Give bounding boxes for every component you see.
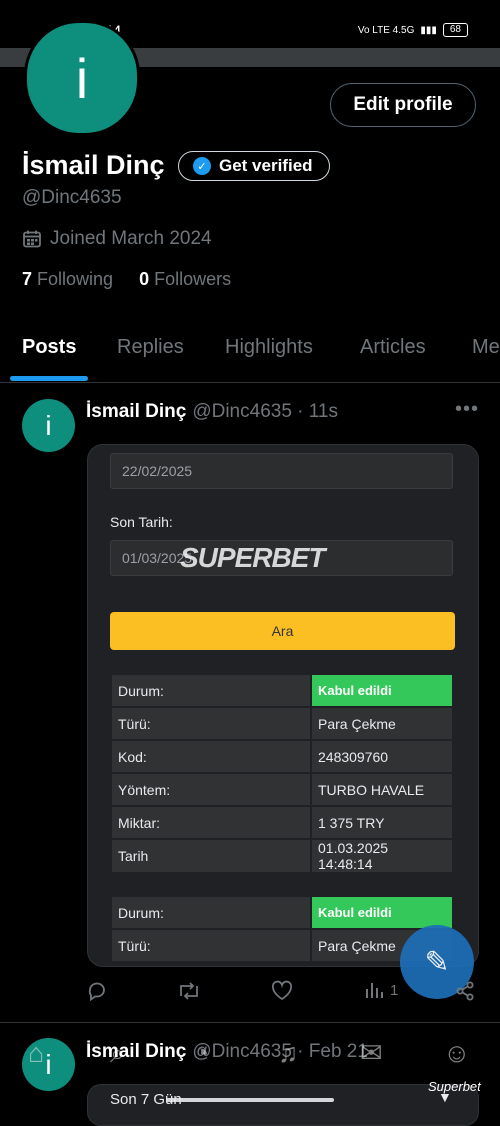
system-home-bar[interactable] [166,1098,334,1102]
calendar-icon [23,230,41,248]
profile-avatar[interactable]: i [24,20,140,136]
status-badge: Kabul edildi [312,675,452,706]
watermark: Superbet [428,1079,481,1094]
post-author[interactable]: İsmail Dinç [86,401,186,423]
profile-tabs: Posts Replies Highlights Articles Me [0,326,500,383]
profile-name: İsmail Dinç [22,150,165,180]
tab-replies[interactable]: Replies [117,336,184,359]
superbet-logo: SUPERBET [180,542,325,573]
post-handle-time: @Dinc4635 · 11s [192,401,339,422]
post-image[interactable]: 22/02/2025 Son Tarih: 01/03/2025 SUPERBE… [87,444,479,967]
row-key: Durum: [112,897,310,928]
joined-date: Joined March 2024 [22,228,212,250]
more-options-icon[interactable]: ••• [455,398,479,421]
table-row: Kod: 248309760 [112,741,452,772]
views-button[interactable]: 1 [364,980,398,1000]
followers-link[interactable]: 0 Followers [139,269,231,290]
compose-icon: ✎ [424,945,450,979]
edit-profile-button[interactable]: Edit profile [330,83,476,127]
battery-indicator: 68 [442,23,468,37]
signal-icon: ▮▮▮ [420,24,437,36]
profile-handle: @Dinc4635 [22,187,122,208]
repost-icon[interactable] [176,980,202,1002]
verified-icon: ✓ [193,157,211,175]
transaction-table: Durum: Kabul edildi Türü: Para Çekme Kod: 248… [110,673,454,874]
table-row: Miktar: 1 375 TRY [112,807,452,838]
follow-stats: 7 Following 0 Followers [22,269,231,290]
row-key: Türü: [112,708,310,739]
views-icon [366,983,383,998]
post-handle-time-2: @Dinc4635 · Feb 21 [192,1041,368,1062]
tab-posts[interactable]: Posts [22,336,76,359]
row-key: Durum: [112,675,310,706]
row-value: 01.03.2025 14:48:14 [312,840,452,872]
views-count: 1 [390,981,399,999]
table-row: Durum: Kabul edildi [112,675,452,706]
like-icon[interactable] [270,980,294,1002]
followers-label: Followers [154,269,232,289]
tab-articles[interactable]: Articles [360,336,426,359]
tab-highlights[interactable]: Highlights [225,336,313,359]
following-label: Following [37,269,114,289]
post-author-2[interactable]: İsmail Dinç [86,1041,186,1063]
get-verified-label: Get verified [219,156,313,175]
following-count: 7 [22,269,33,289]
post-header: İsmail Dinç @Dinc4635 · 11s [86,401,338,423]
reply-icon[interactable] [86,980,108,1002]
row-value: Para Çekme [312,708,452,739]
status-badge: Kabul edildi [312,897,452,928]
table-row: Yöntem: TURBO HAVALE [112,774,452,805]
table-row: Tarih 01.03.2025 14:48:14 [112,840,452,872]
start-date-field: 22/02/2025 [110,453,453,489]
post-divider [0,1022,500,1023]
post-header-2: İsmail Dinç @Dinc4635 · Feb 21 [86,1041,368,1063]
row-key: Kod: [112,741,310,772]
row-value: 248309760 [312,741,452,772]
tab-media[interactable]: Me [472,336,500,359]
post-avatar-2[interactable]: i [22,1038,75,1091]
row-key: Türü: [112,930,310,961]
post-avatar[interactable]: i [22,399,75,452]
end-date-label: Son Tarih: [110,514,173,530]
network-indicator: Vo LTE 4.5G [357,24,415,36]
row-value: 1 375 TRY [312,807,452,838]
get-verified-button[interactable]: ✓ Get verified [178,151,330,181]
search-button: Ara [110,612,455,650]
followers-count: 0 [139,269,150,289]
joined-label: Joined March 2024 [50,228,212,249]
share-icon[interactable] [454,980,476,1002]
post-image-2[interactable]: Son 7 Gün ▼ [87,1084,479,1126]
following-link[interactable]: 7 Following [22,269,113,290]
communities-icon[interactable]: ☺ [443,1038,471,1069]
row-key: Tarih [112,840,310,872]
table-row: Durum: Kabul edildi [112,897,452,928]
status-icons: Vo LTE 4.5G ▮▮▮ 68 [358,23,468,37]
row-key: Yöntem: [112,774,310,805]
post-actions: 1 [86,980,486,1008]
active-tab-indicator [10,376,88,381]
row-value: TURBO HAVALE [312,774,452,805]
row-key: Miktar: [112,807,310,838]
table-row: Türü: Para Çekme [112,708,452,739]
